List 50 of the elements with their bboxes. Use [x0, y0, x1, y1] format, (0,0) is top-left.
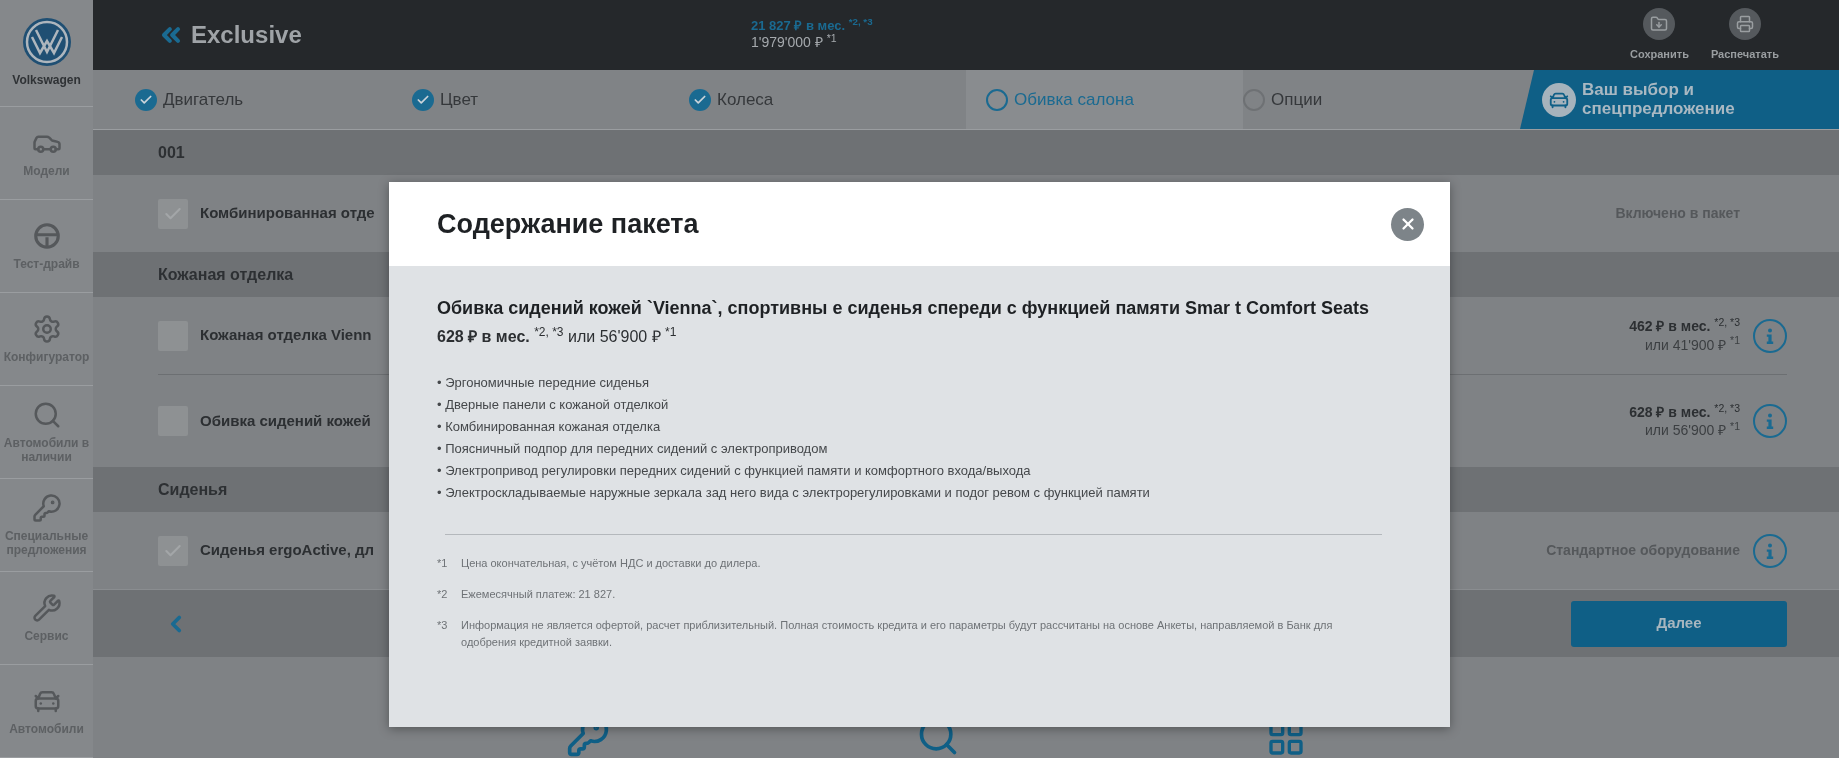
steering-wheel-icon — [31, 220, 62, 251]
monthly-price: 462 ₽ в мес. $^{*2, *3}$ — [1629, 317, 1740, 336]
package-item: • Дверные панели с кожаной отделкой — [437, 396, 670, 415]
footnote-text: Цена окончательная, с учётом НДС и доставки до дилера. — [461, 556, 762, 572]
step-tab[interactable]: Ваш выбор и спецпредложение — [1520, 70, 1839, 129]
wrench-icon — [31, 592, 62, 623]
close-button[interactable] — [1391, 207, 1424, 241]
package-item: • Электроскладываемые наружные зеркала зад него вида с электрорегулировками и подог ревом с функцией памяти — [437, 484, 1151, 503]
option-label: Комбинированная отде — [200, 203, 375, 224]
brand-name: Volkswagen — [12, 72, 81, 89]
header-action[interactable]: Распечатать — [1710, 7, 1779, 63]
key-icon — [31, 492, 62, 523]
monthly-price: 628 ₽ в мес. $^{*2, *3}$ — [1629, 402, 1740, 421]
package-price: 628 ₽ в мес. $^{*2, *3}$ или 56'900 ₽ $^{*1}$ — [437, 325, 678, 348]
car-icon — [1542, 82, 1576, 117]
header-action[interactable]: Сохранить — [1630, 7, 1689, 63]
total-price: или 41'900 ₽ $^{*1}$ — [1644, 335, 1740, 354]
printer-icon — [1728, 7, 1761, 40]
option-label: Обивка сидений кожей — [200, 410, 371, 431]
total-price: или 56'900 ₽ $^{*1}$ — [1644, 421, 1740, 440]
package-heading: Обивка сидений кожей `Vienna`, спортивны е сиденья спереди с функцией памяти Smar t Comfort Seats — [437, 297, 1371, 320]
step-tab[interactable]: Цвет — [412, 70, 689, 129]
info-icon[interactable] — [1753, 404, 1787, 438]
checkbox[interactable] — [158, 198, 188, 229]
checkbox[interactable] — [158, 535, 188, 566]
package-item: • Эргономичные передние сиденья — [437, 374, 651, 393]
package-item: • Комбинированная кожаная отделка — [437, 418, 662, 437]
footnote-mark: *2 — [437, 587, 449, 603]
footnote-mark: *1 — [437, 556, 449, 572]
gear-icon — [31, 313, 62, 344]
modal-title: Содержание пакета — [437, 207, 699, 241]
step-tab[interactable]: Опции — [1243, 70, 1520, 129]
footnote-mark: *3 — [437, 618, 449, 634]
option-label: Сиденья ergoActive, дл — [200, 540, 375, 561]
info-icon[interactable] — [1753, 318, 1787, 353]
step-tab[interactable]: Колеса — [689, 70, 966, 129]
step-tab[interactable]: Двигатель — [135, 70, 412, 129]
package-item: • Поясничный подпор для передних сидений с электроприводом — [437, 440, 829, 459]
option-label: Кожаная отделка Vienn — [200, 325, 372, 346]
folder-icon — [1643, 7, 1676, 40]
info-icon[interactable] — [1753, 533, 1787, 568]
logo-icon — [21, 17, 72, 67]
footnote-text: Ежемесячный платеж: 21 827. — [461, 587, 617, 603]
next-button[interactable]: Далее — [1571, 600, 1787, 647]
step-tab[interactable]: Обивка салона — [966, 70, 1243, 129]
page-title: Exclusive — [191, 20, 303, 50]
footnote-text: Информация не является офертой, расчет приблизительный. Полная стоимость кредита и его параметры будут рассчитаны на основе Анкеты, направляемой в Банк для одобрения кредитной заявки. — [461, 618, 1334, 651]
monthly-total: 21 827 ₽ в мес. $^{*2, *3}$ — [751, 18, 873, 34]
section-header: 001 — [93, 130, 1839, 175]
car-price: 1'979'000 ₽ $^{*1}$ — [751, 34, 838, 52]
